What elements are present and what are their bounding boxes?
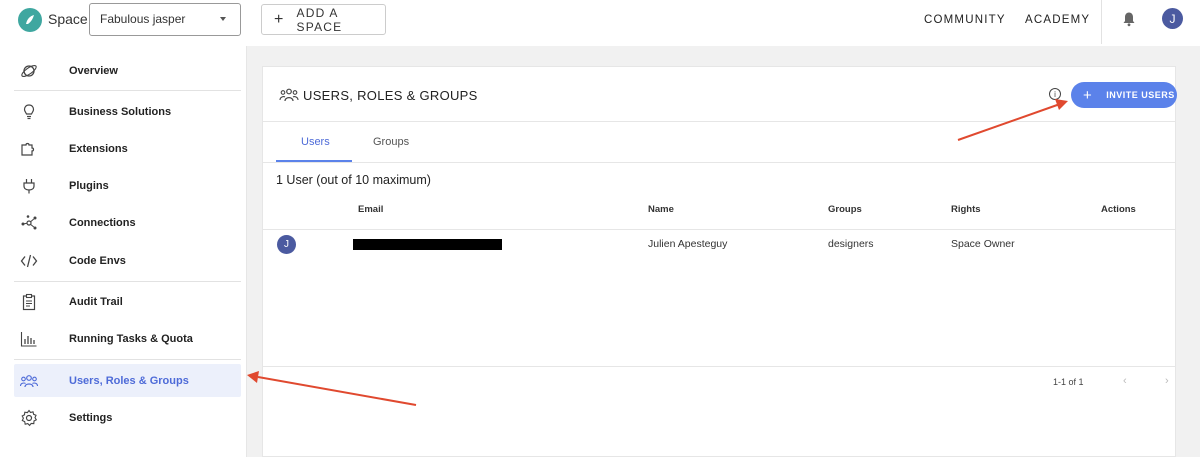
sidebar-item-users-roles-groups[interactable]: Users, Roles & Groups bbox=[14, 364, 241, 397]
sidebar-item-label: Connections bbox=[69, 216, 136, 229]
user-rights: Space Owner bbox=[951, 238, 1015, 250]
planet-icon bbox=[21, 64, 37, 78]
sidebar-item-plugins[interactable]: Plugins bbox=[14, 169, 241, 202]
tab-users[interactable]: Users bbox=[301, 136, 330, 148]
user-avatar[interactable]: J bbox=[1162, 8, 1183, 29]
plug-icon bbox=[23, 179, 35, 194]
sidebar-item-label: Users, Roles & Groups bbox=[69, 374, 189, 387]
column-header-actions: Actions bbox=[1101, 204, 1136, 215]
space-selector[interactable]: Fabulous jasper bbox=[89, 3, 241, 36]
sidebar-item-label: Extensions bbox=[69, 142, 128, 155]
chevron-left-icon[interactable]: ‹ bbox=[1123, 375, 1127, 387]
pagination-info: 1-1 of 1 bbox=[1053, 377, 1084, 387]
tab-groups[interactable]: Groups bbox=[373, 136, 409, 148]
bell-icon[interactable] bbox=[1121, 11, 1137, 27]
sidebar-item-label: Code Envs bbox=[69, 254, 126, 267]
tabs-divider bbox=[263, 162, 1175, 163]
sidebar-item-label: Running Tasks & Quota bbox=[69, 332, 193, 345]
puzzle-icon bbox=[21, 142, 35, 156]
sidebar-item-label: Audit Trail bbox=[69, 295, 123, 308]
chevron-right-icon[interactable]: › bbox=[1165, 375, 1169, 387]
top-bar: Space Fabulous jasper + ADD A SPACE COMM… bbox=[0, 0, 1200, 46]
sidebar-item-label: Plugins bbox=[69, 179, 109, 192]
bar-chart-icon bbox=[20, 332, 37, 347]
lightbulb-icon bbox=[23, 104, 35, 120]
clipboard-icon bbox=[22, 293, 36, 311]
sidebar-item-running-tasks[interactable]: Running Tasks & Quota bbox=[14, 322, 241, 355]
app-name: Space bbox=[48, 11, 88, 27]
code-icon bbox=[20, 254, 38, 268]
column-header-rights[interactable]: Rights bbox=[951, 204, 981, 215]
users-icon bbox=[279, 88, 299, 102]
add-space-button[interactable]: + ADD A SPACE bbox=[261, 4, 386, 35]
sidebar-item-code-envs[interactable]: Code Envs bbox=[14, 244, 241, 277]
chevron-down-icon bbox=[220, 17, 226, 21]
community-link[interactable]: COMMUNITY bbox=[924, 14, 1006, 26]
sidebar-item-extensions[interactable]: Extensions bbox=[14, 132, 241, 165]
academy-link[interactable]: ACADEMY bbox=[1025, 14, 1090, 26]
connections-icon bbox=[21, 215, 37, 230]
info-icon[interactable]: i bbox=[1049, 88, 1061, 100]
sidebar-item-settings[interactable]: Settings bbox=[14, 401, 241, 434]
sidebar-divider bbox=[14, 90, 241, 91]
invite-users-button[interactable]: + INVITE USERS bbox=[1071, 82, 1177, 108]
invite-users-label: INVITE USERS bbox=[1106, 90, 1175, 100]
sidebar-item-overview[interactable]: Overview bbox=[14, 54, 241, 87]
column-header-email[interactable]: Email bbox=[358, 204, 383, 215]
redacted-email bbox=[353, 239, 502, 250]
user-groups: designers bbox=[828, 238, 874, 250]
users-icon bbox=[20, 375, 38, 388]
space-logo-icon[interactable] bbox=[18, 8, 42, 32]
user-count: 1 User (out of 10 maximum) bbox=[276, 173, 431, 187]
header-divider bbox=[1101, 0, 1102, 44]
column-header-groups[interactable]: Groups bbox=[828, 204, 862, 215]
users-roles-groups-panel: USERS, ROLES & GROUPS i + INVITE USERS U… bbox=[262, 66, 1177, 457]
gear-icon bbox=[21, 409, 38, 427]
sidebar: Overview Business Solutions Extensions P… bbox=[0, 46, 247, 457]
sidebar-item-business-solutions[interactable]: Business Solutions bbox=[14, 95, 241, 128]
sidebar-item-audit-trail[interactable]: Audit Trail bbox=[14, 285, 241, 318]
plus-icon: + bbox=[274, 10, 285, 28]
header-divider bbox=[263, 121, 1175, 122]
plus-icon: + bbox=[1083, 86, 1093, 104]
page-title: USERS, ROLES & GROUPS bbox=[303, 88, 478, 103]
avatar: J bbox=[277, 235, 296, 254]
add-space-label: ADD A SPACE bbox=[296, 5, 343, 34]
sidebar-item-connections[interactable]: Connections bbox=[14, 206, 241, 239]
sidebar-item-label: Settings bbox=[69, 411, 113, 424]
sidebar-item-label: Business Solutions bbox=[69, 105, 172, 118]
column-header-name[interactable]: Name bbox=[648, 204, 674, 215]
space-selector-value: Fabulous jasper bbox=[100, 12, 186, 26]
table-header-divider bbox=[263, 229, 1175, 230]
sidebar-item-label: Overview bbox=[69, 64, 118, 77]
pagination-divider bbox=[263, 366, 1175, 367]
sidebar-divider bbox=[14, 281, 241, 282]
sidebar-divider bbox=[14, 359, 241, 360]
user-name: Julien Apesteguy bbox=[648, 238, 728, 250]
